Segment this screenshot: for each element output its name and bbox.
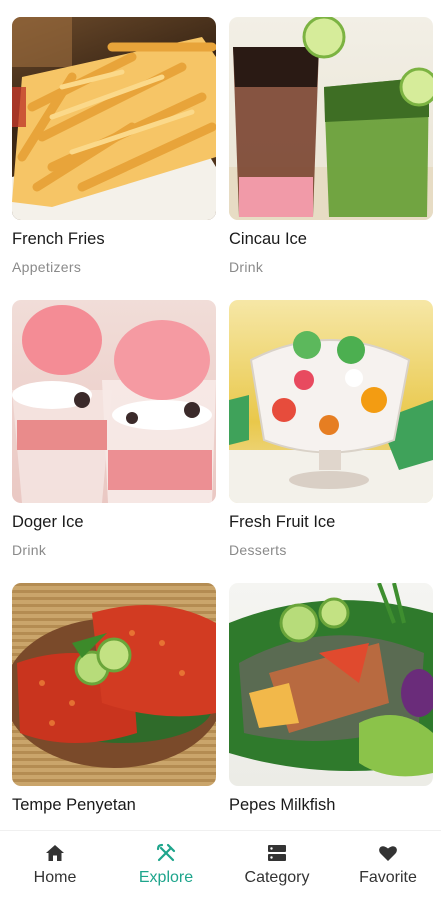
- recipe-card-fresh-fruit-ice[interactable]: Fresh Fruit Ice Desserts: [229, 300, 433, 558]
- nav-favorite-label: Favorite: [359, 869, 417, 886]
- recipe-image[interactable]: [229, 17, 433, 220]
- bottom-navigation: Home Explore Category Favorite: [0, 830, 441, 900]
- fork-knife-icon: [156, 843, 176, 863]
- recipe-image[interactable]: [12, 300, 216, 503]
- recipe-card-french-fries[interactable]: French Fries Appetizers: [12, 17, 216, 275]
- recipe-name: Doger Ice: [12, 513, 84, 531]
- recipe-category: Desserts: [229, 542, 287, 558]
- recipe-name: Cincau Ice: [229, 230, 307, 248]
- recipe-image[interactable]: [12, 17, 216, 220]
- home-icon: [45, 843, 65, 863]
- nav-home[interactable]: Home: [0, 831, 110, 900]
- recipe-grid: French Fries Appetizers Cincau Ice Drink: [0, 0, 441, 830]
- nav-explore[interactable]: Explore: [111, 831, 221, 900]
- recipe-image[interactable]: [229, 583, 433, 786]
- recipe-name: French Fries: [12, 230, 105, 248]
- recipe-category: Appetizers: [12, 259, 82, 275]
- recipe-card-doger-ice[interactable]: Doger Ice Drink: [12, 300, 216, 558]
- nav-category-label: Category: [244, 869, 310, 886]
- recipe-name: Fresh Fruit Ice: [229, 513, 336, 531]
- recipe-card-pepes-milkfish[interactable]: Pepes Milkfish: [229, 583, 433, 814]
- heart-icon: [378, 843, 398, 863]
- nav-explore-label: Explore: [138, 869, 194, 886]
- recipe-card-cincau-ice[interactable]: Cincau Ice Drink: [229, 17, 433, 275]
- recipe-category: Drink: [229, 259, 264, 275]
- nav-favorite[interactable]: Favorite: [333, 831, 441, 900]
- recipe-image[interactable]: [12, 583, 216, 786]
- recipe-name: Pepes Milkfish: [229, 796, 336, 814]
- recipe-image[interactable]: [229, 300, 433, 503]
- recipe-card-tempe-penyetan[interactable]: Tempe Penyetan: [12, 583, 216, 814]
- recipe-category: Drink: [12, 542, 47, 558]
- nav-category[interactable]: Category: [222, 831, 332, 900]
- recipe-name: Tempe Penyetan: [12, 796, 136, 814]
- list-icon: [267, 843, 287, 863]
- nav-home-label: Home: [33, 869, 77, 886]
